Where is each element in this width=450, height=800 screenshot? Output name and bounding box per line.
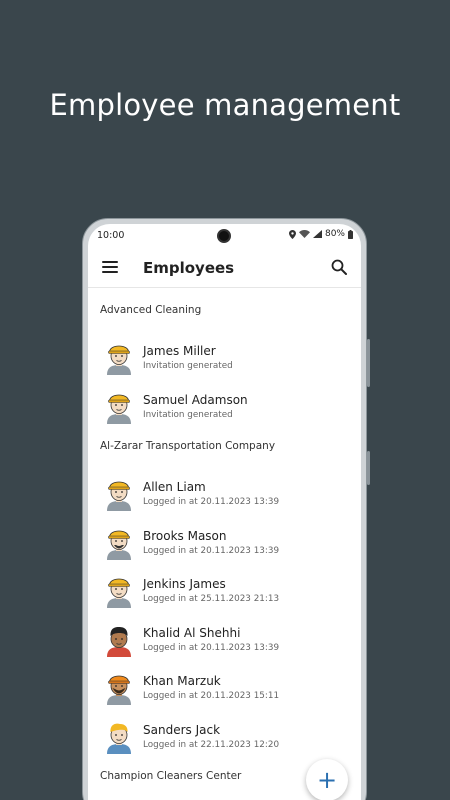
- worker-avatar-icon: [107, 530, 131, 560]
- employee-status: Logged in at 20.11.2023 13:39: [143, 497, 280, 507]
- status-time: 10:00: [97, 230, 125, 241]
- worker-avatar-icon: [107, 626, 131, 657]
- employee-status: Logged in at 20.11.2023 15:11: [143, 691, 280, 701]
- page-title: Employees: [143, 259, 235, 277]
- app-bar: Employees: [88, 246, 361, 288]
- group-header: Advanced Cleaning: [100, 304, 202, 316]
- employee-status: Logged in at 25.11.2023 21:13: [143, 594, 280, 604]
- employee-status: Logged in at 20.11.2023 13:39: [143, 545, 280, 556]
- employee-status: Logged in at 20.11.2023 13:39: [143, 642, 280, 653]
- employee-name: Samuel Adamson: [143, 392, 248, 407]
- hamburger-menu-icon[interactable]: [102, 261, 118, 273]
- employee-row[interactable]: Khan Marzuk Logged in at 20.11.2023 15:1…: [88, 663, 361, 712]
- employee-row[interactable]: James Miller Invitation generated: [88, 333, 361, 382]
- employee-status: Invitation generated: [143, 409, 233, 420]
- status-icons: 80%: [288, 229, 353, 239]
- front-camera: [217, 229, 231, 243]
- worker-avatar-icon: [107, 578, 131, 608]
- employee-status: Logged in at 22.11.2023 12:20: [143, 739, 280, 750]
- employee-name: Sanders Jack: [143, 722, 221, 737]
- employee-name: Jenkins James: [143, 577, 226, 591]
- employee-row[interactable]: Brooks Mason Logged in at 20.11.2023 13:…: [88, 518, 361, 567]
- phone-frame: 10:00 80% Employees Advanced Cleaning Ja…: [82, 218, 370, 800]
- employee-name: Khan Marzuk: [143, 674, 221, 688]
- worker-avatar-icon: [107, 394, 131, 424]
- employee-name: Brooks Mason: [143, 528, 227, 543]
- worker-avatar-icon: [107, 723, 131, 754]
- status-bar: 10:00 80%: [88, 224, 361, 246]
- signal-icon: [312, 230, 322, 238]
- employee-row[interactable]: Samuel Adamson Invitation generated: [88, 382, 361, 431]
- employee-row[interactable]: Khalid Al Shehhi Logged in at 20.11.2023…: [88, 615, 361, 664]
- employee-row[interactable]: Jenkins James Logged in at 25.11.2023 21…: [88, 566, 361, 615]
- phone-side-button: [367, 339, 370, 387]
- search-icon[interactable]: [331, 259, 347, 275]
- employee-list: Advanced Cleaning James Miller Invitatio…: [88, 288, 361, 793]
- wifi-icon: [298, 230, 310, 238]
- promo-title: Employee management: [49, 88, 401, 122]
- group-header: Al-Zarar Transportation Company: [100, 440, 276, 452]
- employee-row[interactable]: Sanders Jack Logged in at 22.11.2023 12:…: [88, 712, 361, 761]
- employee-name: James Miller: [143, 344, 216, 358]
- employee-name: Khalid Al Shehhi: [143, 625, 241, 640]
- add-employee-button[interactable]: +: [306, 759, 348, 800]
- phone-side-button: [367, 451, 370, 485]
- battery-percent: 80%: [324, 229, 345, 239]
- battery-icon: [348, 229, 353, 239]
- employee-row[interactable]: Allen Liam Logged in at 20.11.2023 13:39: [88, 469, 361, 518]
- worker-avatar-icon: [107, 675, 131, 705]
- app-screen: 10:00 80% Employees Advanced Cleaning Ja…: [88, 224, 361, 800]
- location-icon: [288, 229, 296, 239]
- worker-avatar-icon: [107, 481, 131, 511]
- employee-status: Invitation generated: [143, 361, 233, 371]
- worker-avatar-icon: [107, 345, 131, 375]
- employee-name: Allen Liam: [143, 480, 206, 494]
